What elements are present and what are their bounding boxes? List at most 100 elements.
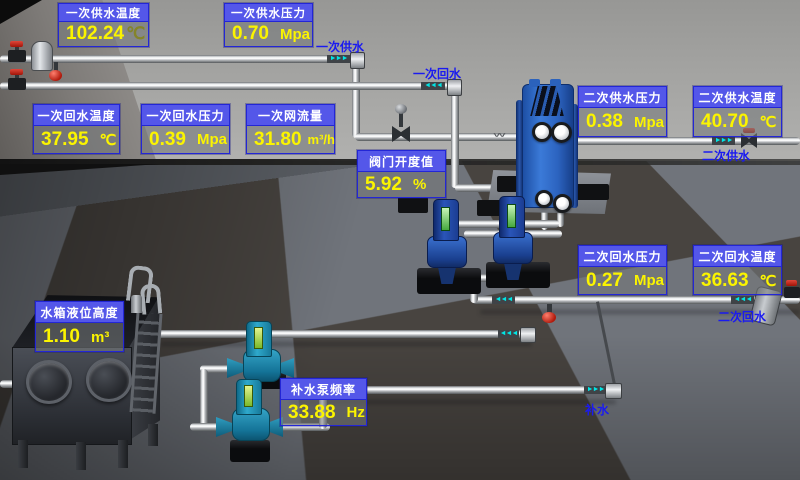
pipe-secondary-supply	[572, 137, 800, 145]
pipe-tank-line	[152, 330, 534, 338]
exchanger-lug	[529, 79, 540, 87]
tag-label: 补水泵频率	[281, 379, 366, 400]
tag-value-display[interactable]: 31.80 m³/h	[247, 126, 334, 153]
pipe-primary-supply-to-exchanger	[355, 133, 537, 141]
tag-value-display[interactable]: 0.70 Mpa	[225, 22, 312, 46]
flow-arrows-left-icon: ◄◄◄	[421, 82, 445, 90]
tag-primary-flow: 一次网流量 31.80 m³/h	[246, 104, 335, 154]
pipe-label-makeup: 补水	[585, 401, 609, 418]
pump-base	[230, 440, 270, 462]
tag-unit: Mpa	[197, 131, 227, 148]
pump-status-light	[441, 207, 450, 231]
flow-arrows-right-icon: ►►►	[712, 137, 735, 145]
tag-primary-supply-temp: 一次供水温度 102.24 ℃	[58, 3, 149, 47]
drain-valve[interactable]	[49, 70, 62, 81]
tank-manhole	[26, 360, 72, 404]
pipe-label-secondary-return: 二次回水	[718, 308, 766, 325]
tank-manhole	[86, 358, 132, 402]
tag-label: 一次供水温度	[59, 4, 148, 22]
control-valve-stem	[399, 112, 403, 127]
tag-label: 一次供水压力	[225, 4, 312, 22]
tag-secondary-return-pressure: 二次回水压力 0.27 Mpa	[578, 245, 667, 295]
secondary-return-drain-valve[interactable]	[542, 312, 556, 323]
tag-primary-return-temp: 一次回水温度 37.95 ℃	[33, 104, 120, 154]
control-valve-actuator	[395, 104, 407, 114]
pipe-shadow	[160, 342, 532, 346]
tag-unit: m³/h	[308, 132, 335, 147]
tag-value: 33.88	[288, 402, 336, 424]
pipe-label-primary-supply: 一次供水	[316, 38, 364, 55]
pipe-break-symbol: 〰	[494, 130, 505, 142]
tank-leg	[18, 440, 28, 468]
tag-value-display[interactable]: 0.39 Mpa	[142, 126, 229, 153]
tag-value: 0.27	[586, 270, 623, 292]
tag-value: 102.24	[66, 23, 124, 45]
tank-leg	[76, 442, 86, 470]
tag-valve-opening: 阀门开度值 5.92 %	[357, 150, 446, 198]
tag-unit: %	[413, 176, 426, 193]
exchanger-port	[553, 194, 572, 213]
tag-label: 阀门开度值	[358, 151, 445, 172]
tag-value-display[interactable]: 102.24 ℃	[59, 22, 148, 46]
tag-value: 0.70	[232, 23, 269, 45]
tag-unit: ℃	[760, 272, 777, 290]
tag-label: 一次回水温度	[34, 105, 119, 126]
tag-secondary-return-temp: 二次回水温度 36.63 ℃	[693, 245, 782, 295]
tag-value: 31.80	[254, 129, 302, 151]
pump-status-light	[254, 327, 263, 349]
pipe-label-secondary-supply: 二次供水	[702, 147, 750, 164]
tag-value: 5.92	[365, 174, 402, 196]
tag-value-display[interactable]: 40.70 ℃	[694, 108, 781, 136]
pump-status-light	[507, 204, 516, 228]
tag-label: 水箱液位高度	[36, 302, 123, 323]
exchanger-lug	[550, 79, 561, 87]
equipment-pad	[575, 184, 609, 200]
tag-value: 0.39	[149, 129, 186, 151]
tank-leg	[118, 440, 128, 468]
tank-leg	[148, 424, 158, 446]
heating-station-hmi-screen: ►►► 〰 ◄◄◄ ►►► ◄◄◄ ◄◄◄ ◄◄◄ ►►►	[0, 0, 800, 480]
tag-value-display[interactable]: 0.27 Mpa	[579, 267, 666, 294]
tag-value: 40.70	[701, 111, 749, 133]
tag-label: 一次回水压力	[142, 105, 229, 126]
tank-overflow-pipe	[140, 283, 163, 315]
tag-unit: Mpa	[634, 114, 664, 131]
valve-handle	[10, 41, 23, 47]
tag-value-display[interactable]: 1.10 m³	[36, 323, 123, 351]
tag-tank-level: 水箱液位高度 1.10 m³	[35, 301, 124, 352]
pipe-primary-supply-drop	[352, 60, 360, 138]
equipment-pad	[398, 197, 428, 213]
valve-handle	[10, 69, 23, 75]
pipe-primary-return	[0, 82, 450, 90]
tag-unit: ℃	[760, 113, 777, 131]
tag-unit: ℃	[100, 131, 117, 149]
tag-value-display[interactable]: 36.63 ℃	[694, 267, 781, 294]
separator-vessel[interactable]	[31, 41, 53, 71]
flow-arrows-right-icon: ►►►	[584, 386, 607, 394]
tag-unit: Mpa	[280, 26, 310, 43]
tag-value-display[interactable]: 5.92 %	[358, 172, 445, 197]
tag-value: 1.10	[43, 326, 80, 348]
tank-vent	[131, 295, 142, 313]
tag-value-display[interactable]: 37.95 ℃	[34, 126, 119, 153]
tag-value-display[interactable]: 33.88 Hz	[281, 400, 366, 425]
tag-unit: ℃	[126, 24, 145, 44]
tag-value: 37.95	[41, 129, 89, 151]
flow-arrows-left-icon: ◄◄◄	[492, 296, 515, 304]
tag-label: 二次回水压力	[579, 246, 666, 267]
pipe-makeup-loop	[200, 369, 208, 431]
primary-supply-inlet-valve[interactable]	[8, 50, 26, 62]
tag-primary-supply-pressure: 一次供水压力 0.70 Mpa	[224, 3, 313, 47]
pump-status-light	[244, 385, 253, 407]
tag-secondary-supply-pressure: 二次供水压力 0.38 Mpa	[578, 86, 667, 137]
tag-value-display[interactable]: 0.38 Mpa	[579, 108, 666, 136]
primary-return-outlet-valve[interactable]	[8, 78, 26, 90]
flow-arrows-left-icon: ◄◄◄	[731, 296, 754, 304]
pipe-primary-return-drop	[451, 88, 459, 188]
exchanger-port	[535, 190, 553, 208]
tag-value: 0.38	[586, 111, 623, 133]
exchanger-port	[551, 122, 572, 143]
secondary-return-valve[interactable]	[784, 287, 800, 298]
tag-primary-return-pressure: 一次回水压力 0.39 Mpa	[141, 104, 230, 154]
pipe-label-primary-return: 一次回水	[413, 65, 461, 82]
